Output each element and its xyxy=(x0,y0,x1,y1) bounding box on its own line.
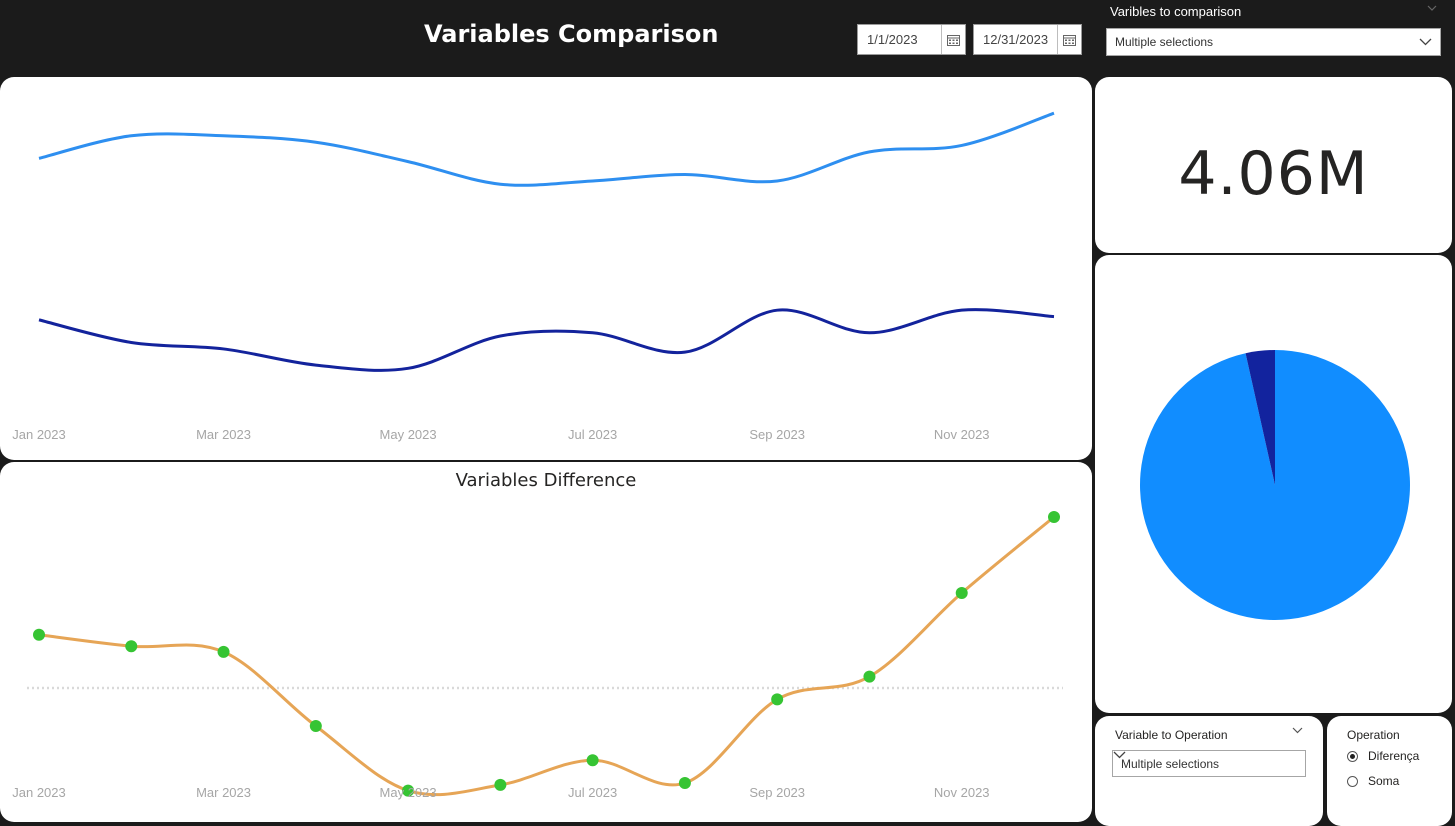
data-point-marker[interactable] xyxy=(586,754,599,767)
difference-line-chart-svg: Jan 2023 Mar 2023 May 2023 Jul 2023 Sep 2023… xyxy=(12,511,1063,800)
data-point-marker[interactable] xyxy=(125,640,138,653)
page-title: Variables Comparison xyxy=(424,20,719,48)
data-point-marker[interactable] xyxy=(33,628,45,641)
x-tick-label: Nov 2023 xyxy=(934,427,990,442)
data-point-marker[interactable] xyxy=(863,670,876,683)
x-tick-label: Nov 2023 xyxy=(934,785,990,800)
series-line-2[interactable] xyxy=(38,308,1055,372)
pie-chart-svg xyxy=(1140,350,1410,620)
x-tick-label: Sep 2023 xyxy=(749,785,805,800)
x-tick-label: Sep 2023 xyxy=(749,427,805,442)
operation-variable-label: Variable to Operation xyxy=(1115,728,1228,742)
operation-variable-value: Multiple selections xyxy=(1121,756,1220,771)
data-point-marker[interactable] xyxy=(771,693,784,706)
start-date-field[interactable]: 1/1/2023 xyxy=(857,24,966,55)
x-tick-label: Jul 2023 xyxy=(568,785,617,800)
x-tick-label: Jan 2023 xyxy=(12,785,66,800)
difference-line-chart[interactable]: Variables Difference Jan 2023 Mar 2023 May… xyxy=(0,462,1092,822)
comparison-slicer-dropdown[interactable]: Multiple selections xyxy=(1106,28,1441,56)
pie-chart[interactable] xyxy=(1095,255,1452,713)
operation-option-label: Soma xyxy=(1368,774,1400,788)
x-tick-label: Mar 2023 xyxy=(196,427,251,442)
radio-selected-icon[interactable] xyxy=(1347,750,1358,762)
x-tick-label: Mar 2023 xyxy=(196,785,251,800)
start-date-value: 1/1/2023 xyxy=(867,32,918,47)
comparison-slicer-label: Varibles to comparison xyxy=(1110,4,1242,19)
data-point-marker[interactable] xyxy=(217,645,230,658)
data-point-marker[interactable] xyxy=(955,587,968,599)
end-date-value: 12/31/2023 xyxy=(983,32,1049,47)
operation-slicer[interactable]: Operation Diferença Soma xyxy=(1327,716,1452,826)
end-date-field[interactable]: 12/31/2023 xyxy=(973,24,1082,55)
chevron-down-icon[interactable] xyxy=(1427,3,1437,14)
operation-variable-slicer[interactable]: Variable to Operation Multiple selection… xyxy=(1095,716,1323,826)
calendar-icon[interactable] xyxy=(1057,25,1081,54)
data-point-marker[interactable] xyxy=(494,778,507,791)
comparison-line-chart-svg: Jan 2023 Mar 2023 May 2023 Jul 2023 Sep 2023… xyxy=(12,111,1055,442)
chevron-down-icon xyxy=(1419,35,1432,49)
x-tick-label: May 2023 xyxy=(380,427,437,442)
series-line-1[interactable] xyxy=(38,111,1055,187)
x-tick-label: Jul 2023 xyxy=(568,427,617,442)
difference-line[interactable] xyxy=(38,515,1055,797)
kpi-value: 4.06M xyxy=(1178,139,1369,209)
data-point-marker[interactable] xyxy=(678,777,691,789)
data-point-marker[interactable] xyxy=(309,720,322,732)
operation-option-soma[interactable]: Soma xyxy=(1347,774,1399,788)
data-point-marker[interactable] xyxy=(1048,511,1060,523)
x-tick-label: May 2023 xyxy=(380,785,437,800)
calendar-icon[interactable] xyxy=(941,25,965,54)
operation-option-diferenca[interactable]: Diferença xyxy=(1347,749,1419,763)
operation-option-label: Diferença xyxy=(1368,749,1420,763)
operation-label: Operation xyxy=(1347,728,1400,742)
operation-variable-dropdown[interactable]: Multiple selections xyxy=(1112,750,1306,777)
radio-unselected-icon[interactable] xyxy=(1347,775,1358,787)
kpi-card[interactable]: 4.06M xyxy=(1095,77,1452,253)
x-tick-label: Jan 2023 xyxy=(12,427,66,442)
comparison-line-chart[interactable]: Jan 2023 Mar 2023 May 2023 Jul 2023 Sep 2023… xyxy=(0,77,1092,460)
comparison-slicer-value: Multiple selections xyxy=(1115,35,1214,49)
